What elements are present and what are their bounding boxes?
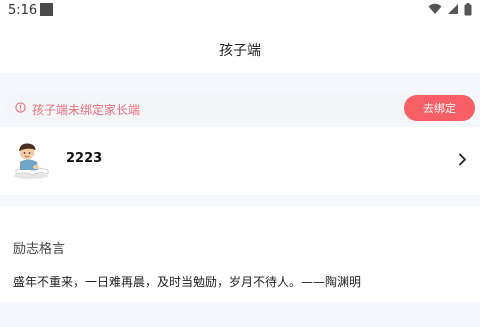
page-title: 孩子端 [219,43,261,59]
motto-text: 盛年不重来，一日难再晨，及时当勉励，岁月不待人。——陶渊明 [13,275,362,289]
status-bar: 5:16 [0,0,480,22]
status-time: 5:16 [8,3,38,18]
alert-circle-icon [15,102,26,113]
unbound-parent-banner: 孩子端未绑定家长端 去绑定 [6,94,476,122]
battery-icon [464,3,472,16]
account-name: 2223 [66,151,103,166]
chevron-right-icon[interactable] [458,153,467,166]
account-card[interactable]: 2223 [0,127,480,195]
motto-card: 励志格言 盛年不重来，一日难再晨，及时当勉励，岁月不待人。——陶渊明 [0,206,480,302]
app-header: 孩子端 [0,22,480,73]
notification-icon [40,3,53,16]
child-reading-avatar [14,143,49,179]
wifi-icon [428,3,442,14]
child-app-screen: 5:16 孩子端 孩子端未绑定家长端 去绑定 2223 励志格言 盛年不重来，一… [0,0,480,327]
bind-parent-button[interactable]: 去绑定 [404,95,475,121]
unbound-message: 孩子端未绑定家长端 [32,103,141,117]
status-icons [428,3,472,17]
motto-title: 励志格言 [13,242,66,257]
cellular-signal-icon [447,4,458,14]
